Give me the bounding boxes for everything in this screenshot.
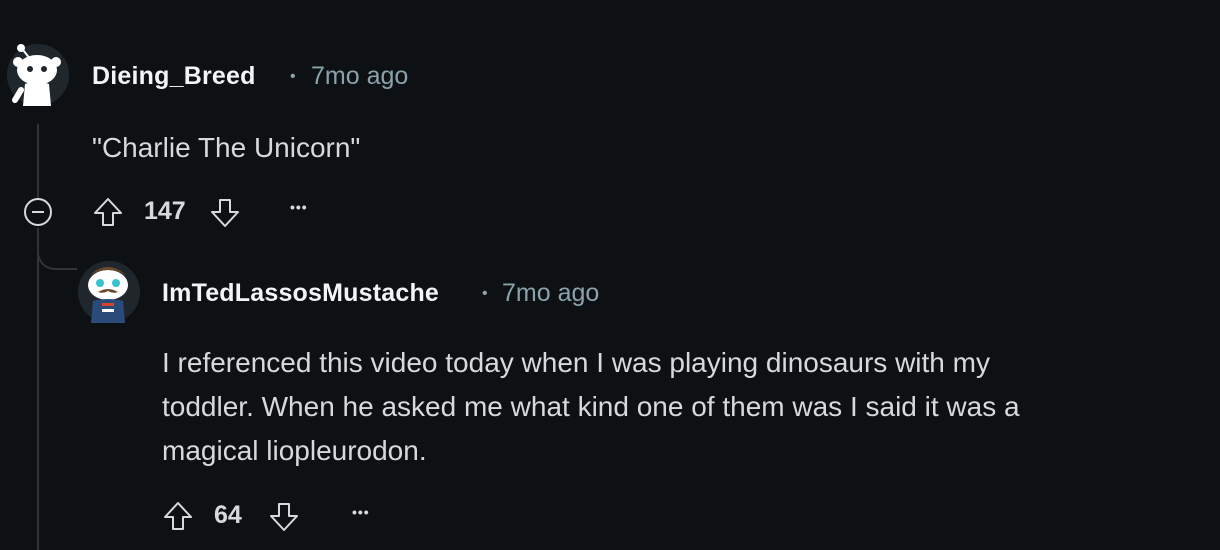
timestamp[interactable]: 7mo ago bbox=[311, 62, 408, 91]
username[interactable]: Dieing_Breed bbox=[92, 62, 256, 91]
comment-body-line: I referenced this video today when I was… bbox=[162, 347, 990, 378]
comment-body-line: toddler. When he asked me what kind one … bbox=[162, 391, 1020, 422]
more-options-button[interactable]: ••• bbox=[290, 199, 308, 215]
comment-body: "Charlie The Unicorn" bbox=[92, 132, 361, 163]
upvote-arrow-icon[interactable] bbox=[92, 196, 124, 228]
comment-body-line: magical liopleurodon. bbox=[162, 435, 427, 466]
downvote-arrow-icon[interactable] bbox=[209, 197, 241, 229]
meta-separator: • bbox=[290, 68, 296, 85]
reply-connector bbox=[37, 228, 77, 270]
upvote-arrow-icon[interactable] bbox=[162, 500, 194, 532]
username[interactable]: ImTedLassosMustache bbox=[162, 279, 439, 308]
thread-line[interactable] bbox=[37, 228, 39, 550]
downvote-arrow-icon[interactable] bbox=[268, 501, 300, 533]
snoo-avatar-icon[interactable] bbox=[7, 44, 69, 106]
meta-separator: • bbox=[482, 285, 488, 302]
vote-score: 64 bbox=[214, 501, 242, 529]
snoo-avatar-icon[interactable] bbox=[78, 252, 140, 323]
timestamp[interactable]: 7mo ago bbox=[502, 279, 599, 308]
collapse-minus-icon[interactable] bbox=[24, 198, 52, 226]
vote-score: 147 bbox=[144, 197, 186, 225]
thread-line[interactable] bbox=[37, 124, 39, 200]
more-options-button[interactable]: ••• bbox=[352, 504, 370, 520]
